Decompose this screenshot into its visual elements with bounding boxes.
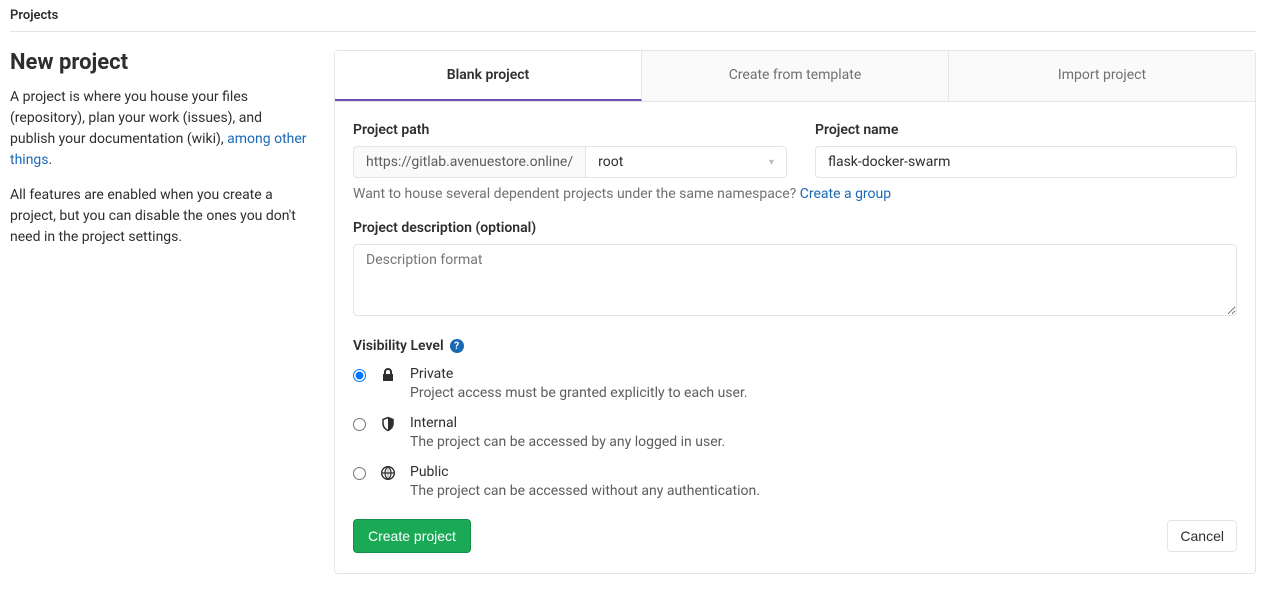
visibility-public-desc: The project can be accessed without any … [410, 483, 1237, 499]
tab-import-project[interactable]: Import project [949, 51, 1255, 101]
chevron-down-icon: ▾ [769, 157, 774, 168]
namespace-select[interactable]: root ▾ [585, 146, 787, 178]
tab-create-from-template[interactable]: Create from template [642, 51, 949, 101]
project-name-input[interactable] [815, 146, 1237, 178]
project-name-label: Project name [815, 122, 1237, 138]
project-path-prefix: https://gitlab.avenuestore.online/ [353, 146, 585, 178]
visibility-private-desc: Project access must be granted explicitl… [410, 385, 1237, 401]
visibility-internal-radio[interactable] [353, 418, 366, 431]
shield-icon [380, 416, 396, 432]
create-group-link[interactable]: Create a group [800, 186, 891, 202]
sidebar: New project A project is where you house… [10, 50, 310, 574]
help-icon[interactable]: ? [450, 339, 464, 353]
visibility-public-title: Public [410, 464, 1237, 480]
namespace-hint: Want to house several dependent projects… [353, 186, 1237, 202]
cancel-button[interactable]: Cancel [1167, 520, 1237, 552]
sidebar-description-1: A project is where you house your files … [10, 87, 310, 171]
visibility-internal-title: Internal [410, 415, 1237, 431]
project-path-label: Project path [353, 122, 787, 138]
visibility-private-radio[interactable] [353, 369, 366, 382]
visibility-private-title: Private [410, 366, 1237, 382]
project-description-input[interactable] [353, 244, 1237, 316]
breadcrumb[interactable]: Projects [10, 8, 1256, 32]
visibility-internal-desc: The project can be accessed by any logge… [410, 434, 1237, 450]
project-description-label: Project description (optional) [353, 220, 1237, 236]
lock-icon [380, 367, 396, 383]
namespace-value: root [598, 154, 623, 170]
visibility-public-radio[interactable] [353, 467, 366, 480]
globe-icon [380, 465, 396, 481]
sidebar-description-2: All features are enabled when you create… [10, 185, 310, 248]
main-panel: Blank project Create from template Impor… [334, 50, 1256, 574]
project-type-tabs: Blank project Create from template Impor… [335, 51, 1255, 102]
create-project-button[interactable]: Create project [353, 519, 471, 553]
page-title: New project [10, 50, 310, 75]
tab-blank-project[interactable]: Blank project [335, 51, 642, 101]
visibility-level-label: Visibility Level [353, 338, 444, 354]
